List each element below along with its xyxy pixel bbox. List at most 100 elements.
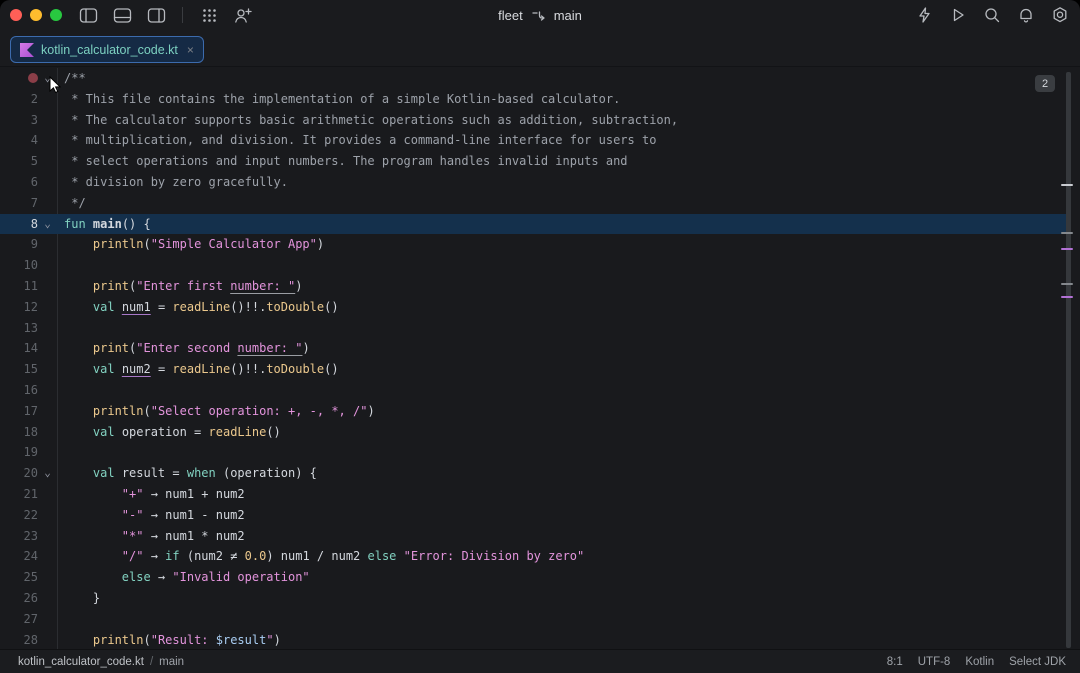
status-select-jdk[interactable]: Select JDK (1009, 656, 1066, 668)
line-number[interactable]: 6 (0, 172, 38, 193)
settings-button[interactable] (1048, 4, 1072, 26)
status-right-group: 8:1 UTF-8 Kotlin Select JDK (887, 656, 1066, 668)
line-number[interactable]: 2 (0, 89, 38, 110)
code-line[interactable]: 3 * The calculator supports basic arithm… (0, 110, 1066, 131)
fold-gutter (38, 234, 57, 255)
line-number[interactable]: 15 (0, 359, 38, 380)
code-line[interactable]: 13 (0, 318, 1066, 339)
line-number[interactable]: 5 (0, 151, 38, 172)
code-text (57, 442, 1066, 463)
code-line[interactable]: 7 */ (0, 193, 1066, 214)
line-number[interactable]: 16 (0, 380, 38, 401)
invite-collaborator-button[interactable] (231, 4, 255, 26)
scrollbar[interactable] (1066, 72, 1071, 648)
line-number[interactable]: 13 (0, 318, 38, 339)
code-line[interactable]: 12 val num1 = readLine()!!.toDouble() (0, 297, 1066, 318)
code-line[interactable]: 16 (0, 380, 1066, 401)
code-area: ⌄/**2 * This file contains the implement… (0, 68, 1066, 650)
notifications-button[interactable] (1014, 4, 1038, 26)
code-line[interactable]: 15 val num2 = readLine()!!.toDouble() (0, 359, 1066, 380)
line-number[interactable]: 3 (0, 110, 38, 131)
fold-chevron-icon[interactable]: ⌄ (38, 214, 57, 235)
scrollbar-mark (1061, 248, 1073, 250)
line-number[interactable]: 17 (0, 401, 38, 422)
line-number[interactable]: 4 (0, 130, 38, 151)
line-number[interactable]: 26 (0, 588, 38, 609)
status-encoding[interactable]: UTF-8 (918, 656, 951, 668)
line-number[interactable]: 18 (0, 422, 38, 443)
line-number[interactable]: 23 (0, 526, 38, 547)
status-caret-position[interactable]: 8:1 (887, 656, 903, 668)
tab-close-icon[interactable]: × (187, 43, 194, 57)
search-button[interactable] (980, 4, 1004, 26)
fold-chevron-icon[interactable]: ⌄ (38, 463, 57, 484)
status-language[interactable]: Kotlin (965, 656, 994, 668)
line-number[interactable]: 12 (0, 297, 38, 318)
code-line[interactable]: 4 * multiplication, and division. It pro… (0, 130, 1066, 151)
line-number[interactable] (0, 68, 38, 89)
code-line[interactable]: ⌄/** (0, 68, 1066, 89)
line-number[interactable]: 27 (0, 609, 38, 630)
widget-count-badge[interactable]: 2 (1035, 75, 1055, 92)
toggle-right-panel-button[interactable] (144, 4, 168, 26)
titlebar-actions (912, 4, 1072, 26)
line-number[interactable]: 28 (0, 630, 38, 651)
actions-button[interactable] (912, 4, 936, 26)
code-line[interactable]: 18 val operation = readLine() (0, 422, 1066, 443)
code-line[interactable]: 9 println("Simple Calculator App") (0, 234, 1066, 255)
code-line[interactable]: 5 * select operations and input numbers.… (0, 151, 1066, 172)
close-window-button[interactable] (10, 9, 22, 21)
line-number[interactable]: 11 (0, 276, 38, 297)
code-line[interactable]: 26 } (0, 588, 1066, 609)
code-line[interactable]: 6 * division by zero gracefully. (0, 172, 1066, 193)
tab-bar: kotlin_calculator_code.kt × (0, 30, 1080, 67)
code-line[interactable]: 23 "*" → num1 * num2 (0, 526, 1066, 547)
toggle-left-panel-button[interactable] (76, 4, 100, 26)
line-number[interactable]: 21 (0, 484, 38, 505)
code-line[interactable]: 10 (0, 255, 1066, 276)
grid-icon (201, 7, 218, 24)
toggle-bottom-panel-button[interactable] (110, 4, 134, 26)
editor[interactable]: ⌄/**2 * This file contains the implement… (0, 67, 1080, 650)
code-line[interactable]: 24 "/" → if (num2 ≠ 0.0) num1 / num2 els… (0, 546, 1066, 567)
bell-icon (1017, 6, 1035, 24)
line-number[interactable]: 22 (0, 505, 38, 526)
code-line[interactable]: 11 print("Enter first number: ") (0, 276, 1066, 297)
line-number[interactable]: 10 (0, 255, 38, 276)
fold-gutter (38, 422, 57, 443)
code-line[interactable]: 28 println("Result: $result") (0, 630, 1066, 651)
lightning-icon (916, 6, 933, 24)
code-line[interactable]: 21 "+" → num1 + num2 (0, 484, 1066, 505)
minimize-window-button[interactable] (30, 9, 42, 21)
line-number[interactable]: 9 (0, 234, 38, 255)
line-number[interactable]: 7 (0, 193, 38, 214)
code-line[interactable]: 17 println("Select operation: +, -, *, /… (0, 401, 1066, 422)
tab-kotlin-calculator-code[interactable]: kotlin_calculator_code.kt × (10, 36, 204, 63)
fold-gutter (38, 172, 57, 193)
code-line[interactable]: 25 else → "Invalid operation" (0, 567, 1066, 588)
fold-gutter (38, 380, 57, 401)
code-line[interactable]: 19 (0, 442, 1066, 463)
line-number[interactable]: 8 (0, 214, 38, 235)
line-number[interactable]: 24 (0, 546, 38, 567)
zoom-window-button[interactable] (50, 9, 62, 21)
line-number[interactable]: 19 (0, 442, 38, 463)
line-number[interactable]: 20 (0, 463, 38, 484)
fold-gutter (38, 609, 57, 630)
code-line[interactable]: 27 (0, 609, 1066, 630)
code-line[interactable]: 20⌄ val result = when (operation) { (0, 463, 1066, 484)
status-branch[interactable]: main (159, 656, 184, 668)
workspaces-button[interactable] (197, 4, 221, 26)
code-line[interactable]: 22 "-" → num1 - num2 (0, 505, 1066, 526)
run-button[interactable] (946, 4, 970, 26)
line-number[interactable]: 14 (0, 338, 38, 359)
code-line[interactable]: 2 * This file contains the implementatio… (0, 89, 1066, 110)
breakpoint-icon[interactable] (28, 73, 38, 83)
code-line[interactable]: 14 print("Enter second number: ") (0, 338, 1066, 359)
status-file-name[interactable]: kotlin_calculator_code.kt (18, 656, 144, 668)
fold-gutter (38, 255, 57, 276)
line-number[interactable]: 25 (0, 567, 38, 588)
scrollbar-mark (1061, 184, 1073, 186)
code-line[interactable]: 8⌄fun main() { (0, 214, 1066, 235)
fold-chevron-icon[interactable]: ⌄ (38, 68, 57, 89)
